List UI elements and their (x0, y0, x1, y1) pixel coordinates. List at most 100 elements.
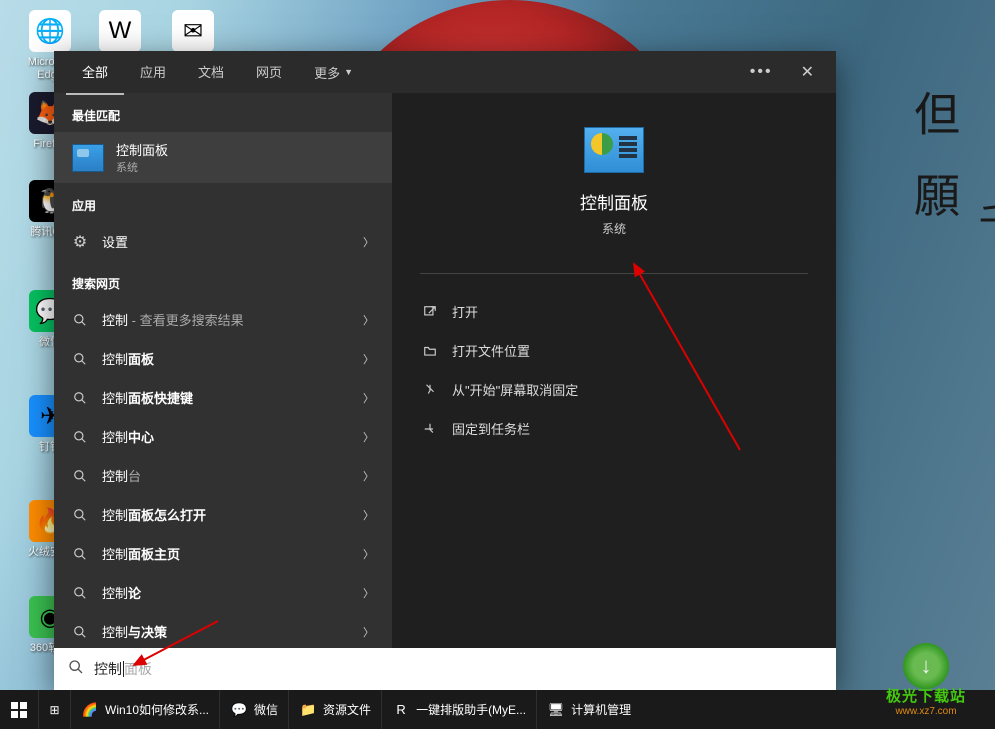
divider (420, 273, 808, 274)
search-panel: 全部 应用 文档 网页 更多▼ ••• ✕ 最佳匹配 控制面板 系统 应用 (54, 51, 836, 690)
taskbar-app-label: Win10如何修改系... (105, 701, 209, 718)
results-column: 最佳匹配 控制面板 系统 应用 ⚙ 设置 〉 搜索网页 控制 - 查看更多搜索结… (54, 93, 392, 648)
app-row-settings[interactable]: ⚙ 设置 〉 (54, 222, 392, 261)
action-label: 打开 (452, 302, 478, 321)
search-box[interactable]: 控制面板 (54, 648, 836, 690)
web-result-row[interactable]: 控制与决策〉 (54, 612, 392, 648)
chevron-right-icon: 〉 (363, 546, 374, 562)
tab-all[interactable]: 全部 (66, 50, 124, 95)
web-result-row[interactable]: 控制台〉 (54, 456, 392, 495)
result-label: 控制面板快捷键 (102, 388, 193, 407)
windows-icon (11, 702, 27, 718)
action-label: 从"开始"屏幕取消固定 (452, 380, 578, 399)
action-label: 固定到任务栏 (452, 419, 530, 438)
search-icon (72, 624, 88, 640)
pin-icon (422, 422, 438, 436)
best-match-subtitle: 系统 (116, 159, 168, 175)
app-icon: 🌈 (81, 701, 99, 719)
preview-title: 控制面板 (580, 189, 648, 214)
web-result-row[interactable]: 控制面板主页 〉 (54, 534, 392, 573)
result-label: 控制面板怎么打开 (102, 505, 206, 524)
chevron-right-icon: 〉 (363, 429, 374, 445)
web-result-row[interactable]: 控制面板 〉 (54, 339, 392, 378)
start-button[interactable] (0, 690, 38, 729)
result-label: 控制论 (102, 583, 141, 602)
taskbar-app[interactable]: 📁 资源文件 (288, 690, 381, 729)
result-label: 控制中心 (102, 427, 154, 446)
close-button[interactable]: ✕ (791, 56, 824, 88)
app-icon: 💬 (230, 701, 248, 719)
taskbar-app-label: 资源文件 (323, 701, 371, 718)
chevron-right-icon: 〉 (363, 507, 374, 523)
app-icon: 🌐 (29, 10, 71, 52)
task-view-icon: ⊞ (49, 703, 59, 717)
taskbar-app[interactable]: 💬 微信 (219, 690, 288, 729)
preview-app-icon (584, 127, 644, 173)
web-result-row[interactable]: 控制论 〉 (54, 573, 392, 612)
chevron-right-icon: 〉 (363, 234, 374, 250)
app-icon: 📁 (299, 701, 317, 719)
best-match-title: 控制面板 (116, 140, 168, 159)
search-icon (72, 507, 88, 523)
action-list: 打开打开文件位置从"开始"屏幕取消固定固定到任务栏 (392, 288, 836, 452)
filter-tabs: 全部 应用 文档 网页 更多▼ (66, 50, 369, 95)
tab-more[interactable]: 更多▼ (298, 50, 369, 95)
task-view-button[interactable]: ⊞ (38, 690, 70, 729)
preview-column: 控制面板 系统 打开打开文件位置从"开始"屏幕取消固定固定到任务栏 (392, 93, 836, 648)
action-pin[interactable]: 固定到任务栏 (406, 409, 822, 448)
search-icon (72, 429, 88, 445)
app-icon: 🖥 (547, 701, 565, 719)
apps-heading: 应用 (54, 183, 392, 222)
app-icon: ✉ (172, 10, 214, 52)
taskbar-app-label: 计算机管理 (571, 701, 631, 718)
panel-header: 全部 应用 文档 网页 更多▼ ••• ✕ (54, 51, 836, 93)
chevron-right-icon: 〉 (363, 468, 374, 484)
chevron-right-icon: 〉 (363, 585, 374, 601)
result-label: 控制面板主页 (102, 544, 180, 563)
taskbar-app[interactable]: R一键排版助手(MyE... (381, 690, 536, 729)
preview-subtitle: 系统 (602, 220, 626, 237)
taskbar: ⊞ 🌈 Win10如何修改系... 💬 微信 📁 资源文件 R一键排版助手(MyE... 🖥 计… (0, 690, 995, 729)
web-result-row[interactable]: 控制面板怎么打开 〉 (54, 495, 392, 534)
open-icon (422, 305, 438, 319)
app-row-label: 设置 (102, 232, 128, 251)
taskbar-app-label: 微信 (254, 701, 278, 718)
action-folder[interactable]: 打开文件位置 (406, 331, 822, 370)
search-suggestion-text: 面板 (124, 661, 152, 677)
gear-icon: ⚙ (72, 234, 88, 250)
web-result-row[interactable]: 控制 - 查看更多搜索结果〉 (54, 300, 392, 339)
action-open[interactable]: 打开 (406, 292, 822, 331)
search-typed-text: 控制 (94, 661, 122, 677)
action-label: 打开文件位置 (452, 341, 530, 360)
web-search-heading: 搜索网页 (54, 261, 392, 300)
wallpaper-text-2: 千 (965, 200, 995, 242)
web-result-row[interactable]: 控制面板快捷键 〉 (54, 378, 392, 417)
search-icon (72, 585, 88, 601)
tab-apps[interactable]: 应用 (124, 50, 182, 95)
action-unpin[interactable]: 从"开始"屏幕取消固定 (406, 370, 822, 409)
taskbar-app[interactable]: 🌈 Win10如何修改系... (70, 690, 219, 729)
chevron-right-icon: 〉 (363, 390, 374, 406)
folder-icon (422, 344, 438, 358)
search-icon (72, 468, 88, 484)
preview-header: 控制面板 系统 (392, 93, 836, 259)
taskbar-app-label: 一键排版助手(MyE... (416, 701, 526, 718)
best-match-heading: 最佳匹配 (54, 93, 392, 132)
taskbar-app[interactable]: 🖥 计算机管理 (536, 690, 641, 729)
unpin-icon (422, 383, 438, 397)
tab-web[interactable]: 网页 (240, 50, 298, 95)
chevron-right-icon: 〉 (363, 351, 374, 367)
web-result-row[interactable]: 控制中心 〉 (54, 417, 392, 456)
wallpaper-text-1: 但 願 (900, 90, 966, 230)
tab-docs[interactable]: 文档 (182, 50, 240, 95)
result-label: 控制与决策 (102, 622, 167, 641)
search-icon (68, 659, 84, 680)
app-icon: W (99, 10, 141, 52)
more-options-button[interactable]: ••• (750, 63, 773, 81)
best-match-item[interactable]: 控制面板 系统 (54, 132, 392, 183)
search-icon (72, 390, 88, 406)
search-icon (72, 546, 88, 562)
result-label: 控制 - 查看更多搜索结果 (102, 310, 244, 329)
result-label: 控制面板 (102, 349, 154, 368)
control-panel-icon (72, 144, 104, 172)
